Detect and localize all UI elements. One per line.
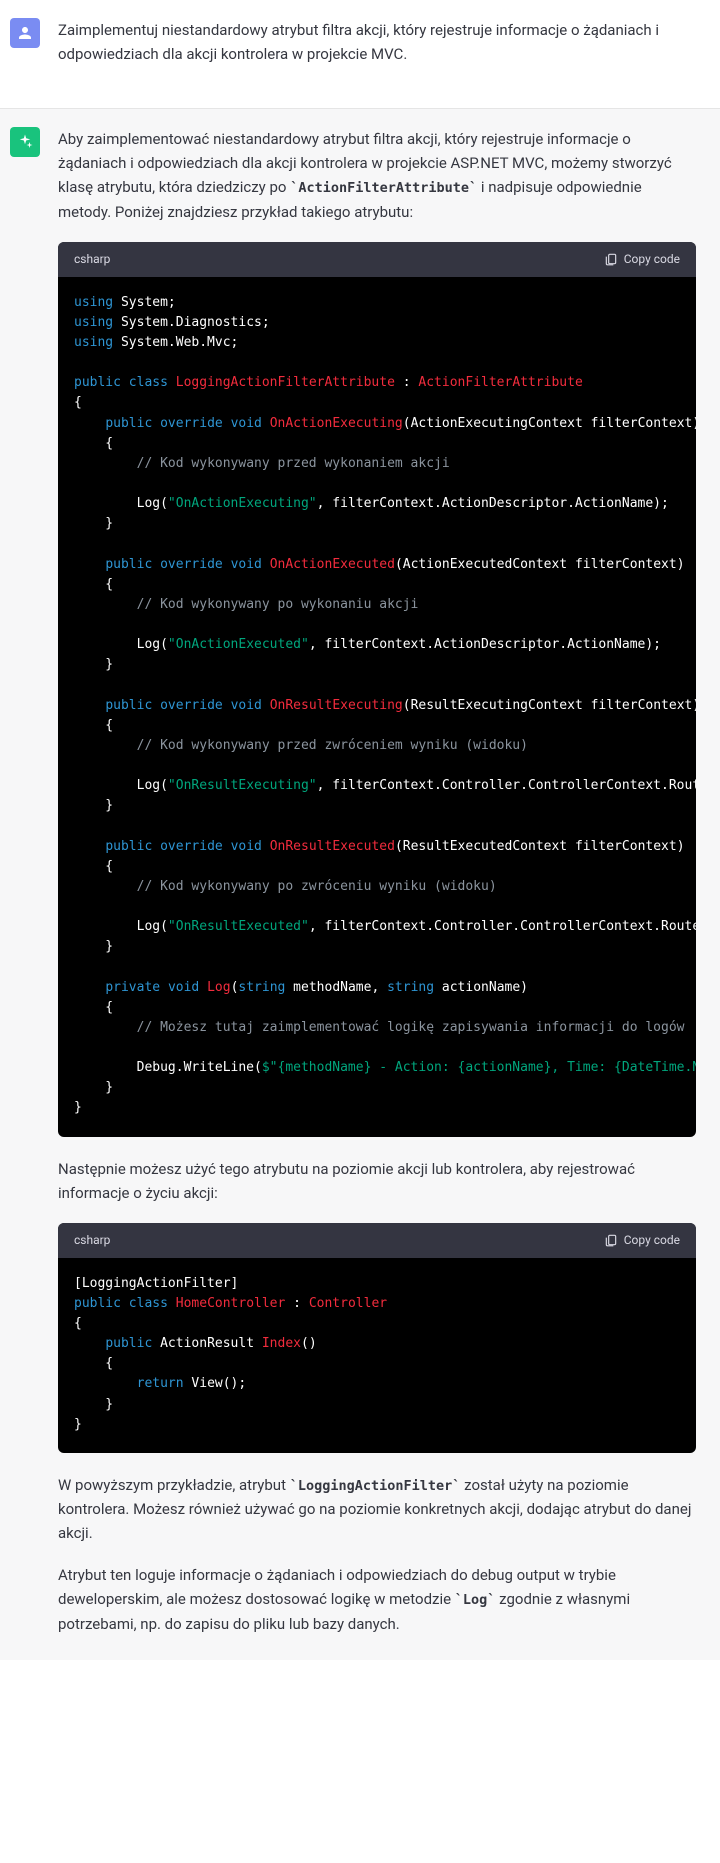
code-header-1: csharp Copy code — [58, 242, 696, 277]
user-text: Zaimplementuj niestandardowy atrybut fil… — [58, 18, 696, 66]
code-scroll-1[interactable]: using System; using System.Diagnostics; … — [58, 277, 696, 1137]
assistant-outro-2: Atrybut ten loguje informacje o żądaniac… — [58, 1563, 696, 1636]
assistant-mid: Następnie możesz użyć tego atrybutu na p… — [58, 1157, 696, 1205]
copy-code-label: Copy code — [624, 250, 680, 269]
assistant-message-row: Aby zaimplementować niestandardowy atryb… — [0, 109, 720, 1660]
assistant-outro-1: W powyższym przykładzie, atrybut `Loggin… — [58, 1473, 696, 1546]
person-icon — [16, 24, 34, 42]
code-header-2: csharp Copy code — [58, 1223, 696, 1258]
user-avatar — [10, 18, 40, 48]
user-message-content: Zaimplementuj niestandardowy atrybut fil… — [58, 18, 696, 84]
code-lang-label: csharp — [74, 250, 110, 269]
outro1-a: W powyższym przykładzie, atrybut — [58, 1476, 290, 1494]
code-block-1: csharp Copy code using System; using Sys… — [58, 242, 696, 1137]
code-content-2: [LoggingActionFilter] public class HomeC… — [58, 1258, 696, 1453]
copy-code-label: Copy code — [624, 1231, 680, 1250]
assistant-avatar — [10, 127, 40, 157]
clipboard-icon — [604, 252, 618, 266]
inline-code-log: `Log` — [455, 1592, 496, 1608]
code-content-1: using System; using System.Diagnostics; … — [58, 277, 696, 1137]
assistant-message-content: Aby zaimplementować niestandardowy atryb… — [58, 127, 696, 1636]
code-scroll-2[interactable]: [LoggingActionFilter] public class HomeC… — [58, 1258, 696, 1453]
copy-code-button[interactable]: Copy code — [604, 250, 680, 269]
sparkle-icon — [16, 133, 34, 151]
user-message-row: Zaimplementuj niestandardowy atrybut fil… — [0, 0, 720, 109]
inline-code-actionfilterattribute: `ActionFilterAttribute` — [290, 180, 477, 196]
code-block-2: csharp Copy code [LoggingActionFilter] p… — [58, 1223, 696, 1453]
assistant-intro: Aby zaimplementować niestandardowy atryb… — [58, 127, 696, 224]
copy-code-button[interactable]: Copy code — [604, 1231, 680, 1250]
inline-code-loggingactionfilter: `LoggingActionFilter` — [290, 1478, 461, 1494]
code-lang-label: csharp — [74, 1231, 110, 1250]
clipboard-icon — [604, 1233, 618, 1247]
